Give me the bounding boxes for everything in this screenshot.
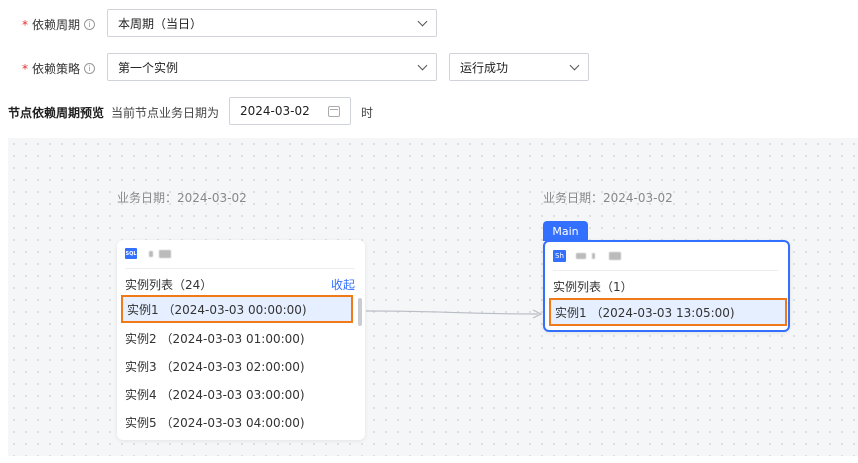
upstream-node-header: SQL xyxy=(125,248,171,259)
instance-item[interactable]: 实例5 （2024-03-03 04:00:00) xyxy=(121,408,353,436)
instance-item[interactable]: 实例3 （2024-03-03 02:00:00) xyxy=(121,352,353,380)
list-scrollbar[interactable] xyxy=(358,298,362,326)
instance-item[interactable]: 实例2 （2024-03-03 01:00:00) xyxy=(121,324,353,352)
instance-item[interactable]: 实例4 （2024-03-03 03:00:00) xyxy=(121,380,353,408)
main-node-header: Sh xyxy=(553,250,621,262)
redacted-name xyxy=(609,252,621,260)
divider xyxy=(553,270,778,271)
instance-item[interactable]: 实例1 （2024-03-03 13:05:00) xyxy=(549,298,787,326)
redacted-name xyxy=(592,253,595,259)
redacted-name xyxy=(159,249,171,258)
divider xyxy=(125,268,355,269)
main-node[interactable]: Sh 实例列表（1） 实例1 （2024-03-03 13:05:00) xyxy=(543,240,790,332)
instance-list-header: 实例列表（24） 收起 xyxy=(125,276,355,293)
redacted-name xyxy=(576,253,586,259)
edge-line xyxy=(365,310,539,315)
sql-file-icon: SQL xyxy=(125,248,137,259)
instance-list-header: 实例列表（1） xyxy=(553,280,633,294)
instance-item[interactable]: 实例1 （2024-03-03 00:00:00) xyxy=(121,295,353,323)
redacted-name xyxy=(149,250,153,257)
collapse-link[interactable]: 收起 xyxy=(331,276,355,293)
shell-file-icon: Sh xyxy=(553,250,566,262)
upstream-node[interactable]: SQL 实例列表（24） 收起 实例1 （2024-03-03 00:00:00… xyxy=(117,240,365,440)
main-tag: Main xyxy=(543,221,588,241)
